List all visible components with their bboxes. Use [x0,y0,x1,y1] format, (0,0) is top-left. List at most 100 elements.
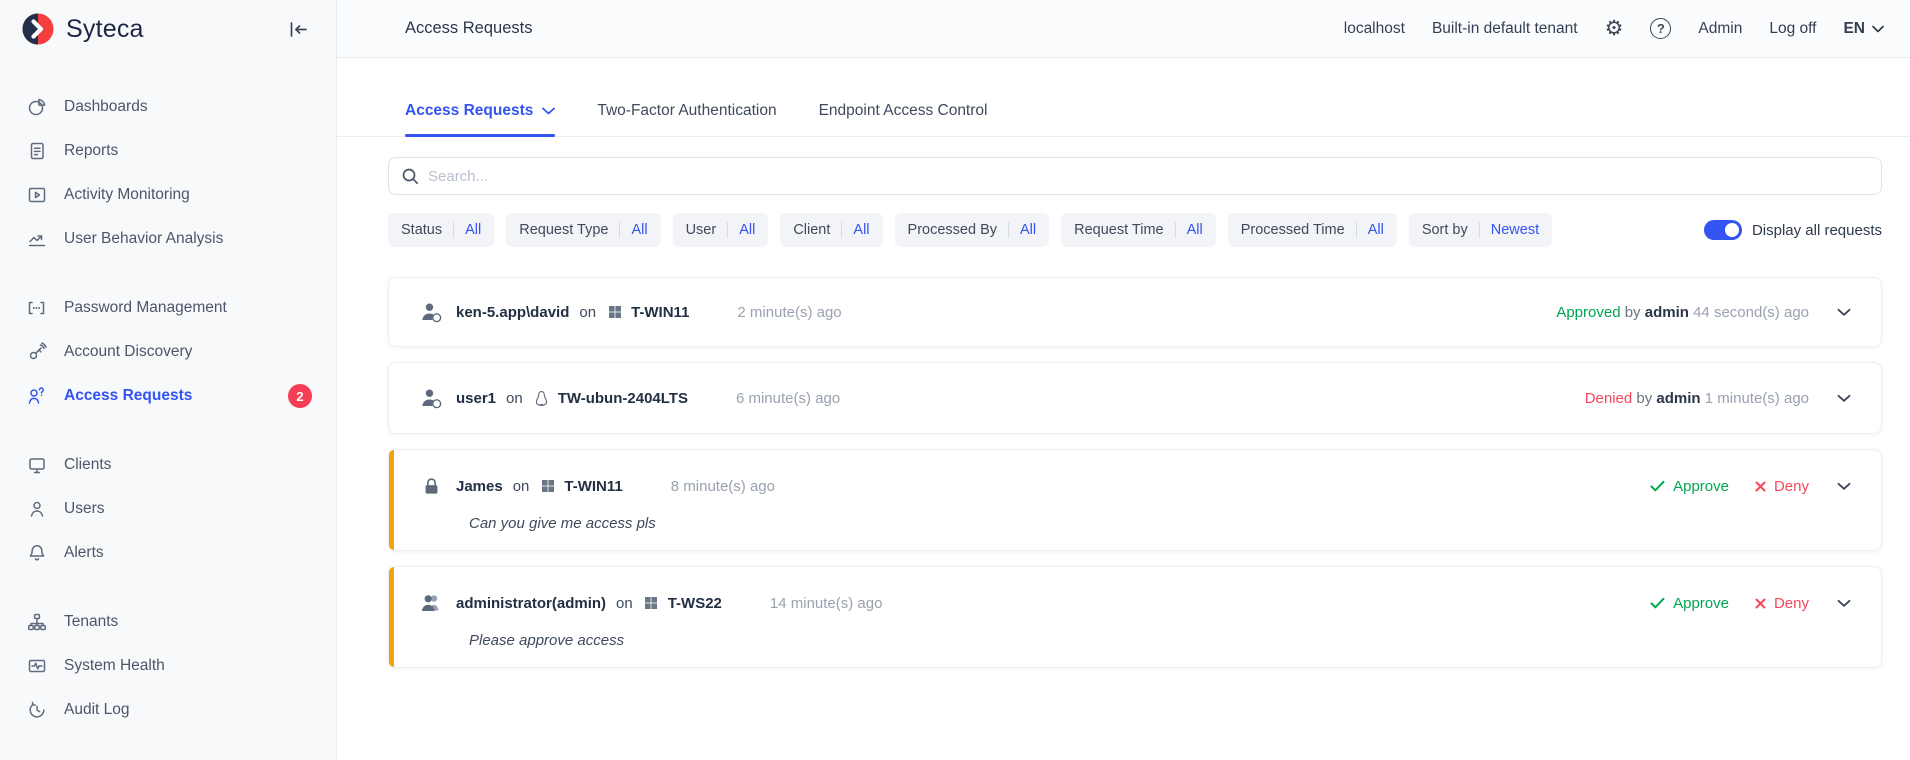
request-user: James [456,478,503,495]
sidebar-nav: Dashboards Reports Activity Monitoring U… [0,58,336,732]
filter-status[interactable]: StatusAll [388,213,494,247]
sidebar-item-label: System Health [64,657,165,675]
filter-processed-by[interactable]: Processed ByAll [895,213,1050,247]
approve-button[interactable]: Approve [1650,595,1729,612]
sidebar-item-label: Clients [64,456,111,474]
sidebar-item-label: Account Discovery [64,343,192,361]
org-chart-icon [26,612,47,633]
filter-client[interactable]: ClientAll [780,213,882,247]
x-icon [1755,481,1766,492]
account-menu[interactable]: Admin [1698,20,1742,38]
request-message: Can you give me access pls [469,515,1853,532]
log-off-link[interactable]: Log off [1769,20,1816,38]
sidebar-item-password-management[interactable]: Password Management [0,286,336,330]
toggle-switch-icon[interactable] [1704,220,1742,240]
sidebar-item-label: Activity Monitoring [64,186,190,204]
sidebar-item-label: Alerts [64,544,104,562]
windows-icon [606,304,623,321]
bell-icon [26,543,47,564]
toggle-label: Display all requests [1752,222,1882,239]
request-client: T-WIN11 [564,478,622,495]
request-time: 6 minute(s) ago [736,390,840,407]
settings-gear-icon[interactable]: ⚙ [1605,18,1624,39]
tabs: Access Requests Two-Factor Authenticatio… [337,58,1910,137]
approve-button[interactable]: Approve [1650,478,1729,495]
syteca-logo: Syteca [20,11,144,47]
sidebar-item-alerts[interactable]: Alerts [0,531,336,575]
windows-icon [643,595,660,612]
sidebar-item-users[interactable]: Users [0,487,336,531]
request-time: 14 minute(s) ago [770,595,883,612]
windows-icon [539,478,556,495]
pending-indicator-bar [389,567,394,667]
filter-request-time[interactable]: Request TimeAll [1061,213,1216,247]
expand-chevron-icon[interactable] [1835,597,1853,610]
expand-chevron-icon[interactable] [1835,306,1853,319]
monitor-pulse-icon [26,656,47,677]
sidebar-item-label: Tenants [64,613,118,631]
sidebar-item-label: User Behavior Analysis [64,230,223,248]
sidebar-item-label: Users [64,500,104,518]
request-user: ken-5.app\david [456,304,569,321]
deny-button[interactable]: Deny [1755,478,1809,495]
request-row: administrator(admin) on T-WS22 14 minute… [388,566,1882,668]
sidebar-item-reports[interactable]: Reports [0,129,336,173]
users-duo-icon [419,591,443,615]
request-client: TW-ubun-2404LTS [558,390,688,407]
request-row: James on T-WIN11 8 minute(s) ago Approve [388,449,1882,551]
chevron-down-icon [542,107,555,115]
user-badge-icon [419,300,443,324]
request-time: 2 minute(s) ago [737,304,841,321]
report-icon [26,141,47,162]
user-badge-icon [419,386,443,410]
key-signal-icon [26,342,47,363]
sidebar: Syteca Dashboards Reports [0,0,337,760]
request-user: user1 [456,390,496,407]
expand-chevron-icon[interactable] [1835,480,1853,493]
check-icon [1650,597,1665,609]
sidebar-item-label: Audit Log [64,701,130,719]
tab-access-requests[interactable]: Access Requests [405,102,555,136]
request-list: ken-5.app\david on T-WIN11 2 minute(s) a… [388,277,1882,668]
sidebar-item-activity-monitoring[interactable]: Activity Monitoring [0,173,336,217]
filters-row: StatusAll Request TypeAll UserAll Client… [388,213,1882,247]
tab-two-factor-authentication[interactable]: Two-Factor Authentication [597,102,776,136]
sidebar-item-tenants[interactable]: Tenants [0,600,336,644]
deny-button[interactable]: Deny [1755,595,1809,612]
sidebar-item-label: Dashboards [64,98,148,116]
sidebar-item-label: Access Requests [64,387,192,405]
expand-chevron-icon[interactable] [1835,392,1853,405]
monitor-icon [26,455,47,476]
x-icon [1755,598,1766,609]
access-requests-badge: 2 [288,384,312,408]
sidebar-item-label: Reports [64,142,118,160]
check-icon [1650,480,1665,492]
filter-request-type[interactable]: Request TypeAll [506,213,660,247]
sidebar-item-system-health[interactable]: System Health [0,644,336,688]
line-chart-icon [26,229,47,250]
syteca-logo-icon [20,11,56,47]
sidebar-item-access-requests[interactable]: Access Requests 2 [0,374,336,418]
host-label: localhost [1344,20,1405,38]
search-box [388,157,1882,195]
lock-icon [419,474,443,498]
sidebar-item-dashboards[interactable]: Dashboards [0,85,336,129]
help-icon[interactable]: ? [1650,18,1671,39]
chevron-down-icon [1872,25,1884,33]
history-clock-icon [26,700,47,721]
status-text: Denied by admin 1 minute(s) ago [1585,390,1809,407]
tab-endpoint-access-control[interactable]: Endpoint Access Control [819,102,988,136]
language-selector[interactable]: EN [1843,20,1884,38]
sort-by-selector[interactable]: Sort byNewest [1409,213,1552,247]
request-client: T-WS22 [668,595,722,612]
filter-user[interactable]: UserAll [673,213,769,247]
display-all-requests-toggle[interactable]: Display all requests [1704,220,1882,240]
filter-processed-time[interactable]: Processed TimeAll [1228,213,1397,247]
sidebar-item-account-discovery[interactable]: Account Discovery [0,330,336,374]
search-input[interactable] [428,168,1869,185]
sidebar-item-clients[interactable]: Clients [0,443,336,487]
user-icon [26,499,47,520]
sidebar-collapse-icon[interactable] [285,17,312,42]
sidebar-item-user-behavior-analysis[interactable]: User Behavior Analysis [0,217,336,261]
sidebar-item-audit-log[interactable]: Audit Log [0,688,336,732]
